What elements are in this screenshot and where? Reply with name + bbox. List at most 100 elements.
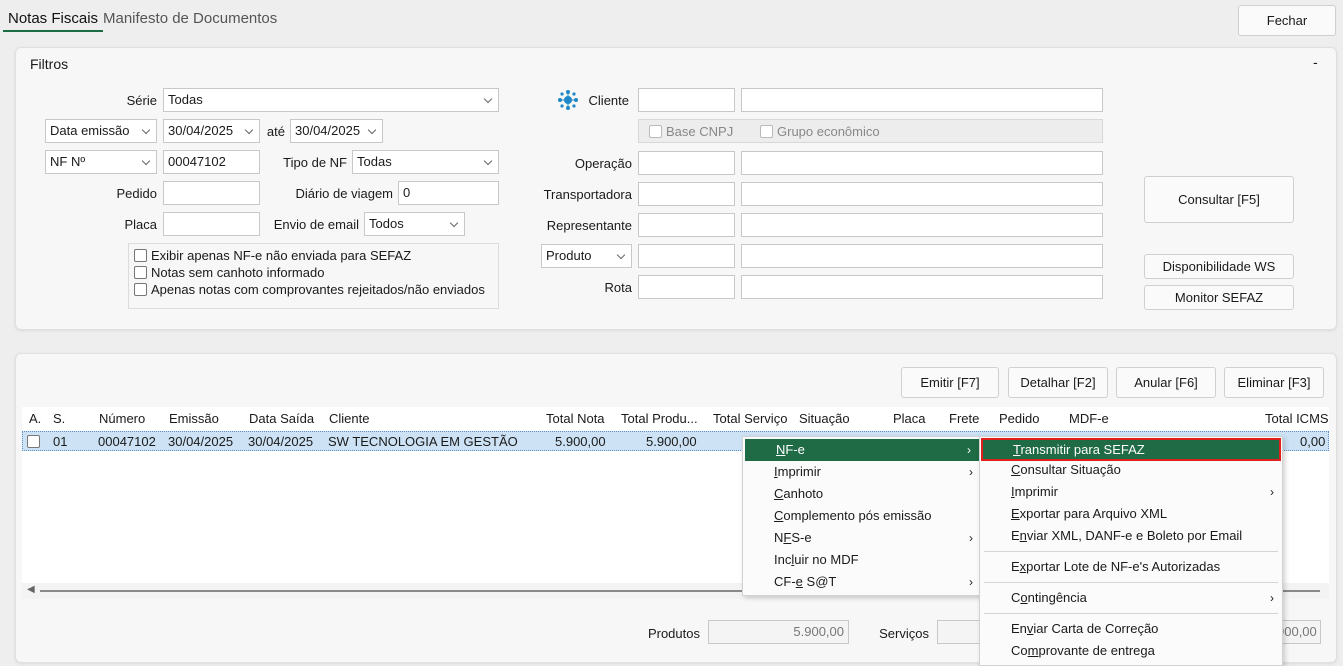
row-checkbox[interactable] <box>27 434 44 449</box>
produtos-total-field: 5.900,00 <box>708 620 849 644</box>
cell-s: 01 <box>53 434 68 449</box>
pedido-label: Pedido <box>116 186 157 201</box>
date-to-field[interactable]: 30/04/2025 <box>290 119 383 143</box>
menu-item-nfse[interactable]: NFS-e › <box>743 527 981 549</box>
chevron-right-icon: › <box>969 465 973 479</box>
operacao-code-field[interactable] <box>638 151 735 175</box>
menu-item-consultar-situacao[interactable]: Consultar Situação <box>980 459 1282 481</box>
col-header-frete[interactable]: Frete <box>949 411 979 426</box>
placa-field[interactable] <box>163 212 260 236</box>
operacao-name-field[interactable] <box>741 151 1103 175</box>
menu-item-exportar-xml[interactable]: Exportar para Arquivo XML <box>980 503 1282 525</box>
col-header-pedido[interactable]: Pedido <box>999 411 1039 426</box>
transportadora-name-field[interactable] <box>741 182 1103 206</box>
pedido-field[interactable] <box>163 181 260 205</box>
network-icon[interactable] <box>557 89 579 111</box>
checkbox-icon[interactable] <box>27 435 40 448</box>
checkbox-icon[interactable] <box>134 266 147 279</box>
menu-item-nfe[interactable]: NF-e › <box>745 439 979 461</box>
produto-name-field[interactable] <box>741 244 1103 268</box>
eliminar-button[interactable]: Eliminar [F3] <box>1224 367 1324 398</box>
base-cnpj-label: Base CNPJ <box>666 124 734 139</box>
ate-label: até <box>266 124 285 139</box>
col-header-a[interactable]: A. <box>29 411 41 426</box>
col-header-total-icms[interactable]: Total ICMS <box>1265 411 1329 426</box>
cell-total-produtos: 5.900,00 <box>646 434 697 449</box>
diario-field[interactable]: 0 <box>398 181 499 205</box>
servicos-total-field <box>937 620 983 644</box>
col-header-mdfe[interactable]: MDF-e <box>1069 411 1109 426</box>
monitor-sefaz-button[interactable]: Monitor SEFAZ <box>1144 285 1294 310</box>
menu-item-comprovante-entrega[interactable]: Comprovante de entrega <box>980 640 1282 662</box>
cell-data-saida: 30/04/2025 <box>248 434 314 449</box>
col-header-total-servico[interactable]: Total Serviço <box>713 411 787 426</box>
nf-type-select[interactable]: NF Nº <box>45 150 157 174</box>
tipo-nf-select[interactable]: Todas <box>352 150 499 174</box>
envio-email-select[interactable]: Todos <box>364 212 465 236</box>
cell-cliente: SW TECNOLOGIA EM GESTÃO <box>328 434 518 449</box>
menu-item-exportar-lote[interactable]: Exportar Lote de NF-e's Autorizadas <box>980 556 1282 578</box>
menu-item-complemento[interactable]: Complemento pós emissão <box>743 505 981 527</box>
rota-name-field[interactable] <box>741 275 1103 299</box>
cliente-name-field[interactable] <box>741 88 1103 112</box>
nf-number-field[interactable]: 00047102 <box>163 150 260 174</box>
transportadora-label: Transportadora <box>543 187 632 202</box>
cliente-label: Cliente <box>588 93 629 108</box>
representante-label: Representante <box>546 218 632 233</box>
col-header-emissao[interactable]: Emissão <box>169 411 219 426</box>
scroll-left-icon[interactable]: ◀ <box>27 584 35 595</box>
date-type-select[interactable]: Data emissão <box>45 119 157 143</box>
date-from-field[interactable]: 30/04/2025 <box>163 119 260 143</box>
consultar-button[interactable]: Consultar [F5] <box>1144 176 1294 223</box>
grupo-economico-label: Grupo econômico <box>777 124 880 139</box>
col-header-placa[interactable]: Placa <box>893 411 926 426</box>
menu-item-imprimir[interactable]: Imprimir › <box>743 461 981 483</box>
checkbox-icon[interactable] <box>134 283 147 296</box>
chevron-right-icon: › <box>1270 485 1274 499</box>
emitir-button[interactable]: Emitir [F7] <box>901 367 999 398</box>
check-nao-enviada[interactable]: Exibir apenas NF-e não enviada para SEFA… <box>134 248 411 263</box>
col-header-total-produtos[interactable]: Total Produ... <box>621 411 698 426</box>
tab-manifesto-documentos[interactable]: Manifesto de Documentos <box>103 10 277 27</box>
serie-select[interactable]: Todas <box>163 88 499 112</box>
representante-code-field[interactable] <box>638 213 735 237</box>
check-sem-canhoto[interactable]: Notas sem canhoto informado <box>134 265 324 280</box>
serie-label: Série <box>126 93 157 108</box>
tab-notas-fiscais[interactable]: Notas Fiscais <box>3 10 104 32</box>
menu-item-carta-correcao[interactable]: Enviar Carta de Correção <box>980 618 1282 640</box>
operacao-label: Operação <box>574 156 632 171</box>
col-header-situacao[interactable]: Situação <box>799 411 850 426</box>
produto-code-field[interactable] <box>638 244 735 268</box>
produto-select[interactable]: Produto <box>541 244 632 268</box>
representante-name-field[interactable] <box>741 213 1103 237</box>
menu-item-transmitir-sefaz[interactable]: Transmitir para SEFAZ <box>981 438 1281 461</box>
menu-item-contingencia[interactable]: Contingência › <box>980 587 1282 609</box>
rota-code-field[interactable] <box>638 275 735 299</box>
col-header-numero[interactable]: Número <box>99 411 145 426</box>
menu-item-enviar-email[interactable]: Enviar XML, DANF-e e Boleto por Email <box>980 525 1282 547</box>
close-button[interactable]: Fechar <box>1238 5 1336 36</box>
checkbox-icon[interactable] <box>760 125 773 138</box>
base-cnpj-check[interactable]: Base CNPJ <box>649 124 733 139</box>
menu-item-sub-imprimir[interactable]: Imprimir › <box>980 481 1282 503</box>
anular-button[interactable]: Anular [F6] <box>1116 367 1216 398</box>
checkbox-icon[interactable] <box>134 249 147 262</box>
check-sem-canhoto-label: Notas sem canhoto informado <box>151 265 325 280</box>
menu-item-canhoto[interactable]: Canhoto <box>743 483 981 505</box>
col-header-total-nota[interactable]: Total Nota <box>546 411 605 426</box>
col-header-s[interactable]: S. <box>53 411 65 426</box>
grupo-economico-check[interactable]: Grupo econômico <box>760 124 880 139</box>
checkbox-icon[interactable] <box>649 125 662 138</box>
detalhar-button[interactable]: Detalhar [F2] <box>1008 367 1108 398</box>
col-header-data-saida[interactable]: Data Saída <box>249 411 314 426</box>
filters-title: Filtros <box>30 56 69 72</box>
col-header-cliente[interactable]: Cliente <box>329 411 369 426</box>
collapse-button[interactable]: - <box>1313 54 1318 70</box>
menu-item-cfe-sat[interactable]: CF-e S@T › <box>743 571 981 593</box>
disponibilidade-ws-button[interactable]: Disponibilidade WS <box>1144 254 1294 279</box>
diario-label: Diário de viagem <box>295 186 393 201</box>
menu-item-incluir-mdf[interactable]: Incluir no MDF <box>743 549 981 571</box>
cliente-code-field[interactable] <box>638 88 735 112</box>
check-rejeitados[interactable]: Apenas notas com comprovantes rejeitados… <box>134 282 485 297</box>
transportadora-code-field[interactable] <box>638 182 735 206</box>
